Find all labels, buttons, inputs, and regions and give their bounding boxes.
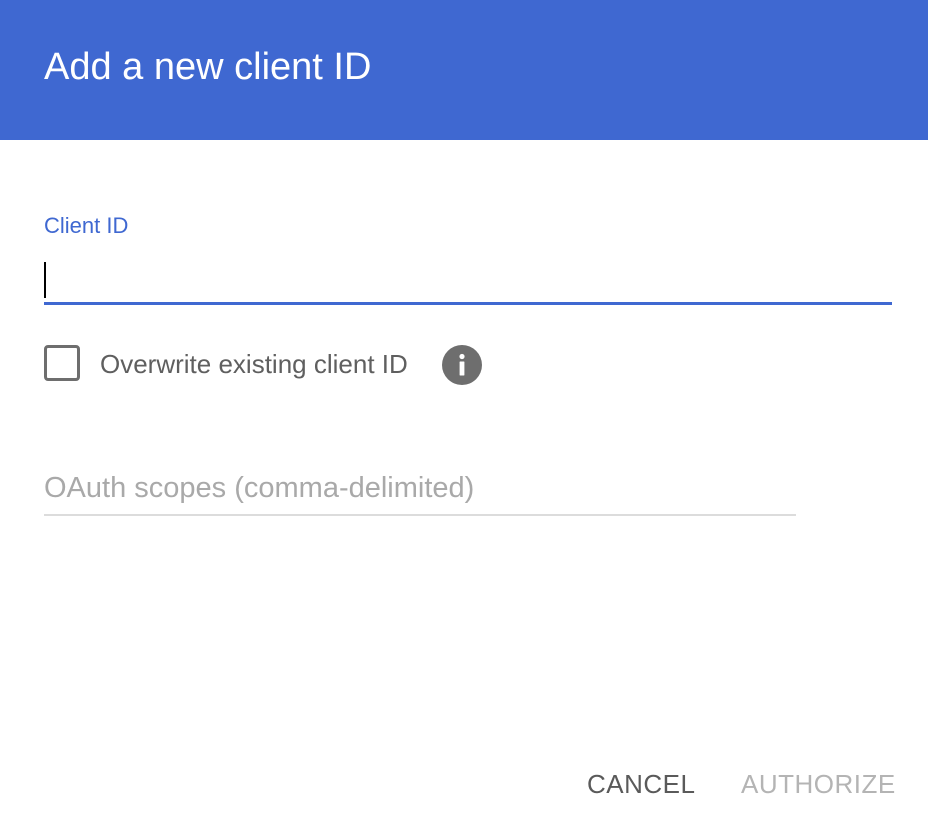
client-id-underline	[44, 302, 892, 305]
oauth-scopes-underline	[44, 514, 796, 516]
authorize-button[interactable]: AUTHORIZE	[741, 764, 896, 804]
text-caret	[44, 262, 46, 298]
client-id-label: Client ID	[44, 213, 129, 238]
client-id-input[interactable]	[44, 258, 892, 298]
overwrite-checkbox-label[interactable]: Overwrite existing client ID	[100, 349, 408, 379]
dialog-header: Add a new client ID	[0, 0, 928, 140]
overwrite-checkbox[interactable]	[44, 345, 80, 381]
oauth-scopes-input[interactable]	[44, 466, 796, 510]
add-client-id-dialog: Add a new client ID Client ID Overwrite …	[0, 0, 928, 824]
cancel-button[interactable]: CANCEL	[587, 764, 695, 804]
info-icon[interactable]	[442, 345, 482, 385]
dialog-title: Add a new client ID	[44, 46, 372, 88]
